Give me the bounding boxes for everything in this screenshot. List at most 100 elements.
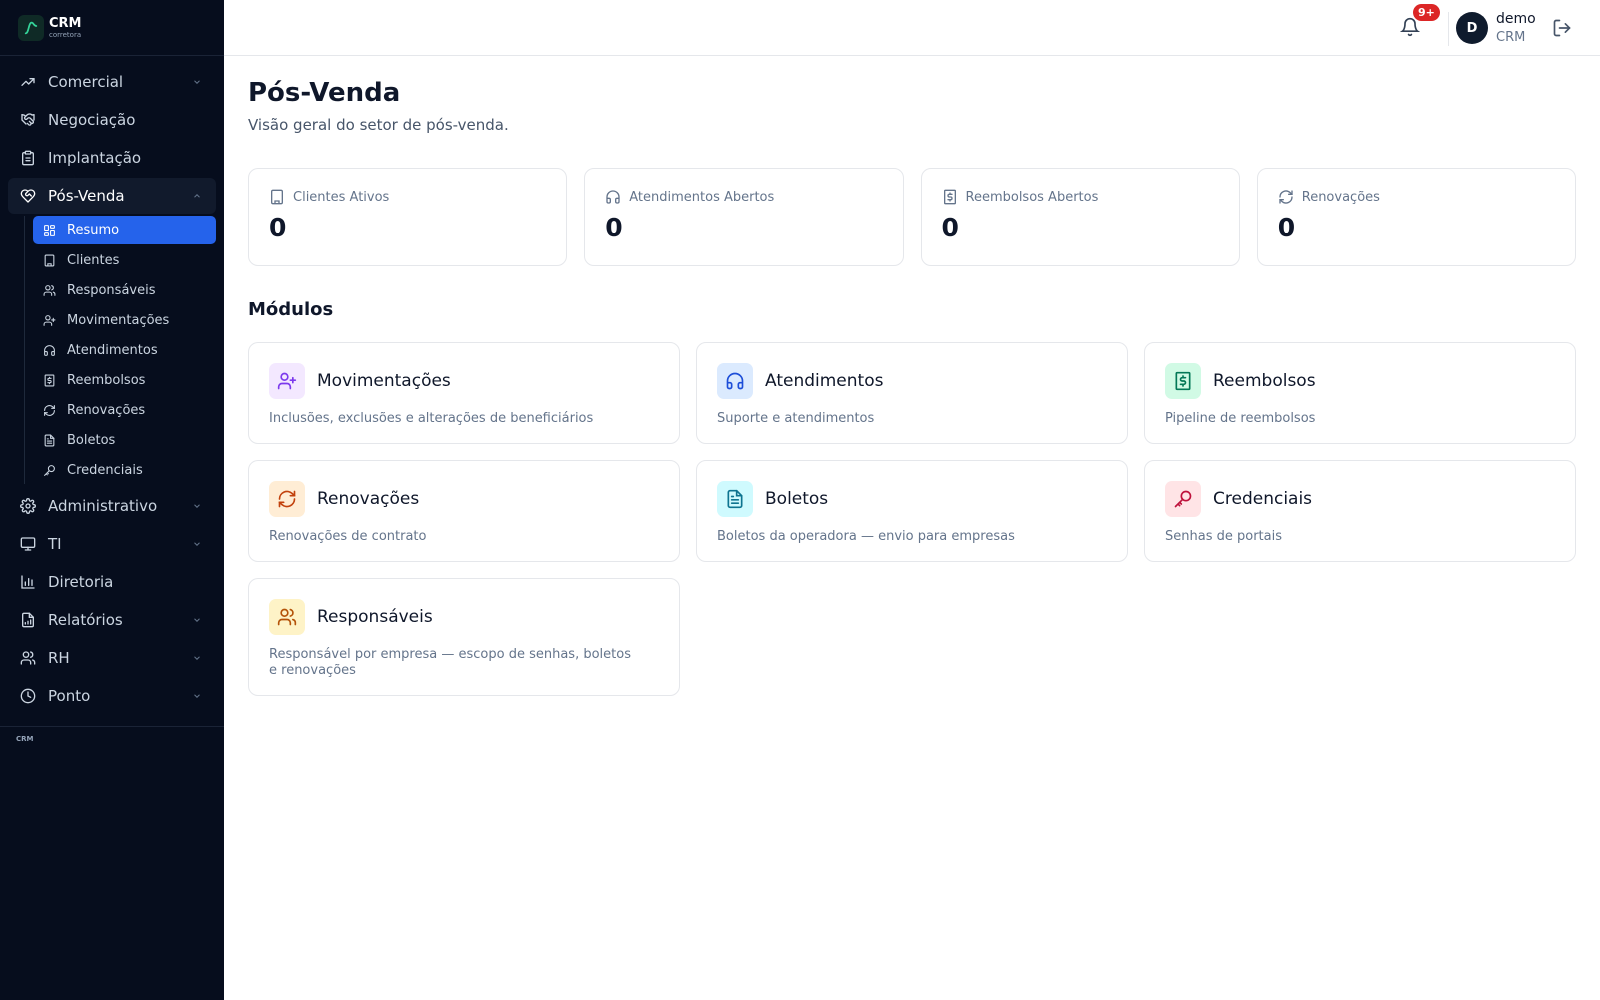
modules-title: Módulos [248,299,334,320]
file-text-icon [44,434,55,446]
trending-up-icon [21,78,35,86]
sub-item-label: Atendimentos [67,342,158,358]
module-title: Credenciais [1213,489,1313,509]
refresh-icon [44,404,55,416]
monitor-icon [20,537,36,551]
gear-icon [20,498,36,514]
sidebar-item-label: Comercial [48,73,124,91]
sidebar-item-comercial[interactable]: Comercial [8,64,216,100]
user-role: CRM [1496,30,1526,45]
key-icon [44,464,55,476]
sub-item-label: Credenciais [67,462,143,478]
sub-item-label: Responsáveis [67,282,156,298]
sub-item-label: Reembolsos [67,372,146,388]
sidebar-item-implantacao[interactable]: Implantação [8,140,216,176]
sidebar-item-ponto[interactable]: Ponto [8,678,216,714]
module-card-reembolsos[interactable]: Reembolsos Pipeline de reembolsos [1144,342,1576,444]
sidebar-item-label: Implantação [48,149,142,167]
stats-row: Clientes Ativos 0 Atendimentos Abertos 0… [248,168,1576,266]
sidebar-item-administrativo[interactable]: Administrativo [8,488,216,524]
file-text-icon [717,481,753,517]
clock-icon [20,688,36,704]
module-card-boletos[interactable]: Boletos Boletos da operadora — envio par… [696,460,1128,562]
chevron-down-icon [194,504,200,508]
grid-icon [44,224,55,236]
sidebar-nav: Comercial Negociação Implantação Pós-Ven… [0,56,224,714]
sub-item-clientes[interactable]: Clientes [33,246,216,274]
user-plus-icon [43,314,56,326]
sub-item-boletos[interactable]: Boletos [33,426,216,454]
module-card-atendimentos[interactable]: Atendimentos Suporte e atendimentos [696,342,1128,444]
module-description: Suporte e atendimentos [717,411,875,426]
headphones-icon [717,363,753,399]
refresh-icon [1279,190,1293,204]
sub-item-movimentacoes[interactable]: Movimentações [33,306,216,334]
stat-value: 0 [1277,213,1296,242]
header-divider [1448,12,1449,46]
users-icon [269,599,305,635]
handshake-icon [21,113,35,126]
sub-item-atendimentos[interactable]: Atendimentos [33,336,216,364]
sidebar-item-label: Ponto [48,687,91,705]
chevron-down-icon [194,656,200,660]
module-card-responsaveis[interactable]: Responsáveis Responsável por empresa — e… [248,578,680,696]
page-subtitle: Visão geral do setor de pós-venda. [248,116,509,134]
module-title: Reembolsos [1213,371,1316,391]
refresh-icon [269,481,305,517]
headphones-icon [44,344,55,356]
receipt-icon [1165,363,1201,399]
module-title: Renovações [317,489,420,509]
sidebar-item-ti[interactable]: TI [8,526,216,562]
sub-item-label: Boletos [67,432,116,448]
avatar[interactable]: D [1456,12,1488,44]
notification-badge: 9+ [1413,4,1440,21]
building-icon [271,189,283,205]
building-icon [44,254,55,266]
chevron-down-icon [194,80,200,84]
report-icon [22,612,34,628]
sidebar-item-pos-venda[interactable]: Pós-Venda [8,178,216,214]
stat-label: Atendimentos Abertos [629,189,775,205]
logout-icon[interactable] [1552,18,1572,38]
stat-card-atendimentos-abertos: Atendimentos Abertos 0 [584,168,904,266]
brand[interactable]: CRM corretora [0,0,224,56]
stat-card-clientes-ativos: Clientes Ativos 0 [248,168,568,266]
stat-value: 0 [605,213,623,242]
module-description: Responsável por empresa — escopo de senh… [269,647,631,678]
sidebar-item-label: Pós-Venda [48,187,125,205]
module-card-renovacoes[interactable]: Renovações Renovações de contrato [248,460,680,562]
sidebar-item-label: Diretoria [48,573,114,591]
module-description: Pipeline de reembolsos [1165,411,1316,426]
sub-item-label: Resumo [67,222,120,238]
stat-label: Renovações [1301,189,1380,205]
logo-icon [18,14,44,41]
sidebar-footer: CRM [0,726,224,751]
sub-item-label: Renovações [67,402,146,418]
sidebar-item-label: RH [48,649,70,667]
stat-label: Clientes Ativos [293,189,390,205]
brand-name: CRM [49,15,82,31]
key-icon [1165,481,1201,517]
sub-item-credenciais[interactable]: Credenciais [33,456,216,484]
module-card-movimentacoes[interactable]: Movimentações Inclusões, exclusões e alt… [248,342,680,444]
user-plus-icon [269,363,305,399]
sub-item-reembolsos[interactable]: Reembolsos [33,366,216,394]
sidebar-item-label: Administrativo [48,497,158,515]
stat-card-renovacoes: Renovações 0 [1256,168,1576,266]
sub-item-renovacoes[interactable]: Renovações [33,396,216,424]
pos-venda-submenu: Resumo Clientes Responsáveis Movimentaçõ… [24,216,216,484]
sub-item-resumo[interactable]: Resumo [33,216,216,244]
sidebar-item-relatorios[interactable]: Relatórios [8,602,216,638]
module-description: Renovações de contrato [269,529,427,544]
chevron-down-icon [194,618,200,622]
receipt-icon [44,374,55,386]
sidebar-item-negociacao[interactable]: Negociação [8,102,216,138]
chevron-down-icon [194,694,200,698]
sidebar-item-rh[interactable]: RH [8,640,216,676]
module-title: Boletos [765,489,829,509]
sidebar-item-diretoria[interactable]: Diretoria [8,564,216,600]
module-card-credenciais[interactable]: Credenciais Senhas de portais [1144,460,1576,562]
headphones-icon [606,190,620,204]
sidebar-item-label: TI [48,535,62,553]
sub-item-responsaveis[interactable]: Responsáveis [33,276,216,304]
